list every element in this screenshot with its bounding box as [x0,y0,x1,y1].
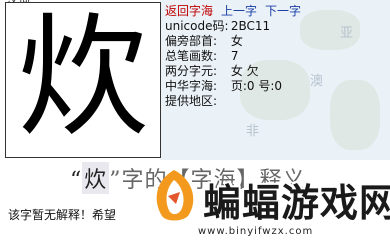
bat-logo-icon [156,170,194,221]
info-value: 2BC11 [230,19,271,33]
info-label: 提供地区: [165,94,218,108]
info-label: 中华字海: [165,79,218,93]
info-value: 页:0 号:0 [230,79,282,93]
info-label: 总笔画数: [165,49,218,63]
info-label: 偏旁部首: [165,34,218,48]
character-display: 炊 [5,2,161,158]
info-label: unicode码: [165,19,229,33]
info-row-radical: 偏旁部首: 女 [165,34,390,49]
brand-name: 蝙蝠游戏网 [203,181,390,225]
info-value: 7 [230,49,239,63]
next-char-link[interactable]: 下一字 [265,4,301,18]
back-link[interactable]: 返回字海 [165,4,213,18]
info-row-zihai: 中华字海: 页:0 号:0 [165,79,390,94]
character-info-panel: 返回字海 上一字 下一字 unicode码: 2BC11 偏旁部首: 女 总笔画数:… [165,4,390,109]
no-explanation-text: 该字暂无解释！希望 [8,208,117,222]
title-open-quote: “ [70,168,83,193]
site-url: www.binyifwzx.com [198,226,314,237]
info-value: 女 [230,34,243,48]
prev-char-link[interactable]: 上一字 [221,4,257,18]
info-row-unicode: unicode码: 2BC11 [165,19,390,34]
nav-links: 返回字海 上一字 下一字 [165,4,390,19]
info-row-components: 两分字元: 女 欠 [165,64,390,79]
info-value: 女 欠 [230,64,259,78]
character-glyph: 炊 [17,1,149,155]
info-row-region: 提供地区: [165,94,390,109]
watermark-banner: 蝙蝠游戏网 www.binyifwzx.com [140,166,390,245]
map-label: 非 [246,124,260,139]
info-label: 两分字元: [165,64,218,78]
title-character: 炊 [82,162,110,194]
info-row-strokes: 总笔画数: 7 [165,49,390,64]
